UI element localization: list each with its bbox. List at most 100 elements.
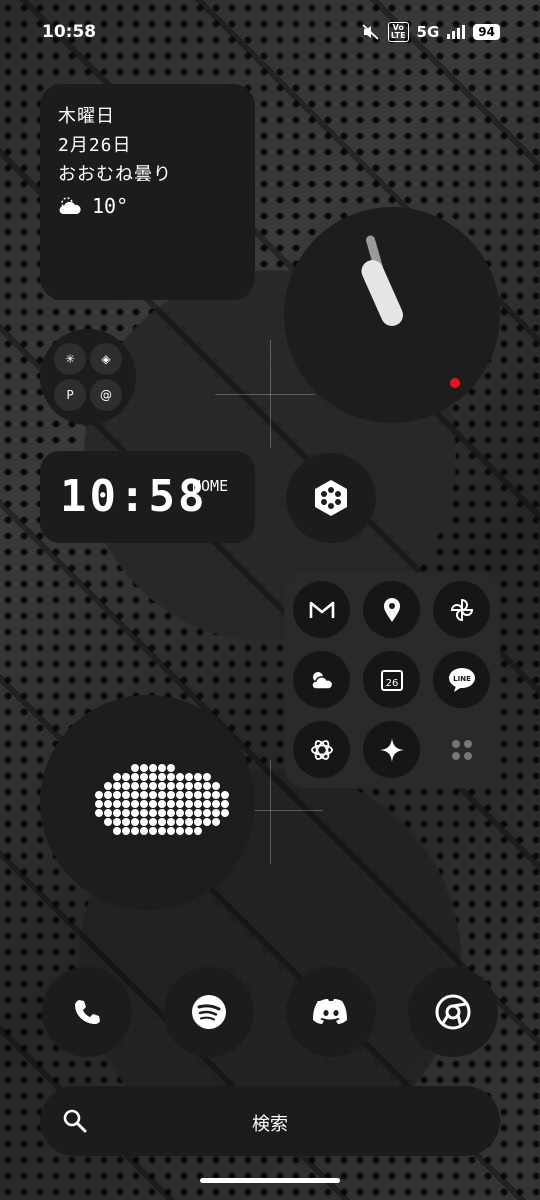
home-indicator[interactable] (200, 1178, 340, 1183)
cloud-dot (158, 782, 166, 790)
cloud-dot (140, 818, 148, 826)
cloud-dot (149, 800, 157, 808)
cloud-dot (185, 800, 193, 808)
cloud-dot (149, 764, 157, 772)
p-app-icon[interactable]: P (54, 379, 86, 411)
cloud-dot (158, 773, 166, 781)
search-bar[interactable]: 検索 (40, 1086, 500, 1156)
cloud-dot (176, 791, 184, 799)
calendar-icon[interactable]: 26 (363, 651, 420, 708)
at-icon[interactable]: @ (90, 379, 122, 411)
cloud-dot (158, 800, 166, 808)
app-folder[interactable]: 26 LINE (284, 572, 500, 788)
cloud-dot (158, 764, 166, 772)
cloud-dot (185, 818, 193, 826)
cloud-weather-widget[interactable] (40, 695, 255, 910)
cloud-dot (131, 800, 139, 808)
cloud-dot (140, 800, 148, 808)
cloud-dot (167, 827, 175, 835)
map-pin-icon[interactable] (363, 581, 420, 638)
status-bar: 10:58 Vo LTE 5G 94 (0, 0, 540, 66)
cloud-dot (149, 818, 157, 826)
cloud-dot (212, 809, 220, 817)
grid-dots-icon[interactable] (433, 721, 490, 778)
cloud-dot (203, 782, 211, 790)
search-label: 検索 (252, 1114, 288, 1135)
cloud-dot (113, 791, 121, 799)
cloud-dot (131, 827, 139, 835)
signal-icon (447, 25, 466, 39)
cloud-dot (122, 809, 130, 817)
cloud-dot (167, 800, 175, 808)
cloud-dot (221, 800, 229, 808)
digital-clock-widget[interactable]: 10:58 HOME (40, 451, 255, 543)
cloud-dot (131, 773, 139, 781)
hexagon-icon (315, 480, 347, 516)
mini-app-folder[interactable]: ✳ ◈ P @ (40, 329, 136, 425)
cloud-dot (149, 773, 157, 781)
openai-icon[interactable] (293, 721, 350, 778)
cloud-dot (113, 827, 121, 835)
cloud-dot (149, 782, 157, 790)
cloud-dot (113, 809, 121, 817)
cloud-dot (113, 800, 121, 808)
gmail-icon[interactable] (293, 581, 350, 638)
cloud-dot (194, 800, 202, 808)
seconds-dot (450, 378, 460, 388)
cloud-dot (185, 791, 193, 799)
cloud-dot (113, 818, 121, 826)
cloud-dot (140, 791, 148, 799)
cloud-dot (203, 791, 211, 799)
cloud-dot (176, 809, 184, 817)
cloud-dot (122, 791, 130, 799)
weather-icon[interactable] (293, 651, 350, 708)
spotify-icon[interactable] (164, 967, 254, 1057)
analog-clock-widget[interactable] (284, 207, 500, 423)
cloud-dot (158, 818, 166, 826)
cloud-dot (149, 791, 157, 799)
cloud-dot (122, 773, 130, 781)
cloud-dot (194, 809, 202, 817)
line-icon[interactable]: LINE (433, 651, 490, 708)
pinwheel-icon[interactable] (433, 581, 490, 638)
cloud-dot (194, 791, 202, 799)
snowflake-icon[interactable]: ✳ (54, 343, 86, 375)
sparkle-icon[interactable] (363, 721, 420, 778)
cloud-dot (113, 782, 121, 790)
cloud-dot (203, 818, 211, 826)
home-label: HOME (192, 477, 229, 495)
discord-icon[interactable] (286, 967, 376, 1057)
diamond-icon[interactable]: ◈ (90, 343, 122, 375)
chrome-icon[interactable] (408, 967, 498, 1057)
cloud-dot (140, 773, 148, 781)
cloud-dot (95, 800, 103, 808)
cloud-dot (176, 773, 184, 781)
cloud-dot (203, 809, 211, 817)
cloud-dot (176, 827, 184, 835)
date-weather-widget[interactable]: 木曜日 2月26日 おおむね曇り 10° (40, 84, 255, 300)
cloud-dot (203, 773, 211, 781)
mute-icon (362, 24, 379, 40)
hexagon-app-button[interactable] (286, 453, 376, 543)
cloud-icon (95, 764, 229, 835)
volte-icon: Vo LTE (387, 22, 409, 42)
cloud-dot (194, 818, 202, 826)
condition-text: おおむね曇り (58, 164, 172, 185)
cloud-dot (194, 773, 202, 781)
svg-text:LINE: LINE (453, 675, 471, 683)
cloud-dot (176, 818, 184, 826)
battery-icon: 94 (473, 24, 500, 40)
digital-time: 10:58 (60, 471, 208, 522)
cloud-dot (194, 782, 202, 790)
cloud-dot (140, 764, 148, 772)
cloud-dot (221, 791, 229, 799)
cloud-dot (212, 782, 220, 790)
phone-icon[interactable] (42, 967, 132, 1057)
cloud-dot (185, 827, 193, 835)
cloud-dot (212, 791, 220, 799)
cloud-dot (167, 773, 175, 781)
cloud-dot (104, 818, 112, 826)
cloud-dot (167, 782, 175, 790)
cloud-dot (104, 800, 112, 808)
cloud-dot (194, 827, 202, 835)
